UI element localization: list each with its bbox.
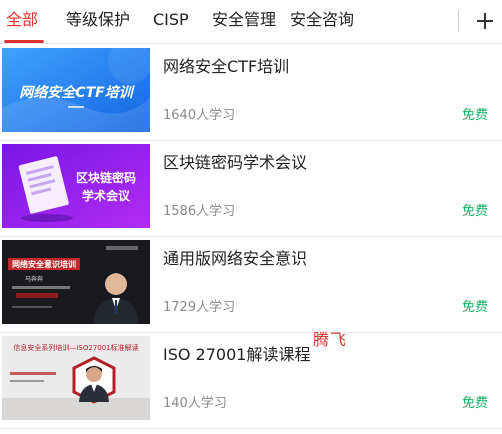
learner-count: 1586人学习 [163,204,236,219]
active-tab-indicator [4,40,44,43]
category-tabs: 全部 等级保护 CISP 安全管理 安全咨询 [0,0,502,44]
course-item[interactable]: 网络安全意识培训 马奔奔 通用版网络安全意识 1729人学习 免费 [0,237,502,333]
course-thumbnail: 网络安全CTF培训 [2,48,150,132]
course-thumbnail: 网络安全意识培训 马奔奔 [2,240,150,324]
blockchain-cover-image: 区块链密码 学术会议 [2,144,150,228]
course-item[interactable]: 信息安全系列培训—ISO27001标准解读 ISO 27001解读课程 140人… [0,333,502,429]
thumb-caption: 网络安全CTF培训 [19,84,135,101]
learner-count: 1729人学习 [163,300,236,315]
course-item[interactable]: 网络安全CTF培训 网络安全CTF培训 1640人学习 免费 [0,45,502,141]
tab-all[interactable]: 全部 [6,8,38,32]
tab-cisp[interactable]: CISP [153,8,189,32]
ctf-cover-image: 网络安全CTF培训 [2,48,150,132]
course-item[interactable]: 区块链密码 学术会议 区块链密码学术会议 1586人学习 免费 [0,141,502,237]
course-title: 网络安全CTF培训 [163,57,290,76]
course-title: ISO 27001解读课程 [163,345,311,364]
plus-icon[interactable] [468,4,500,38]
course-title: 通用版网络安全意识 [163,249,308,268]
tab-divider [458,10,459,32]
course-title: 区块链密码学术会议 [163,153,308,172]
course-thumbnail: 信息安全系列培训—ISO27001标准解读 [2,336,150,420]
handwritten-watermark: 腾飞 [313,330,348,349]
price-label: 免费 [461,396,488,411]
tab-security-consulting[interactable]: 安全咨询 [290,8,354,32]
price-label: 免费 [461,108,488,123]
thumb-banner: 网络安全意识培训 [12,259,76,269]
tab-level-protection[interactable]: 等级保护 [66,8,130,32]
price-label: 免费 [461,204,488,219]
iso-cover-image: 信息安全系列培训—ISO27001标准解读 [2,336,150,420]
learner-count: 140人学习 [163,396,227,411]
thumb-caption-line1: 区块链密码 [76,170,136,185]
price-label: 免费 [461,300,488,315]
thumb-speaker: 马奔奔 [25,275,43,283]
thumb-caption: 信息安全系列培训—ISO27001标准解读 [13,343,138,352]
awareness-cover-image: 网络安全意识培训 马奔奔 [2,240,150,324]
course-thumbnail: 区块链密码 学术会议 [2,144,150,228]
tab-security-management[interactable]: 安全管理 [212,8,276,32]
learner-count: 1640人学习 [163,108,236,123]
thumb-caption-line2: 学术会议 [82,188,131,203]
